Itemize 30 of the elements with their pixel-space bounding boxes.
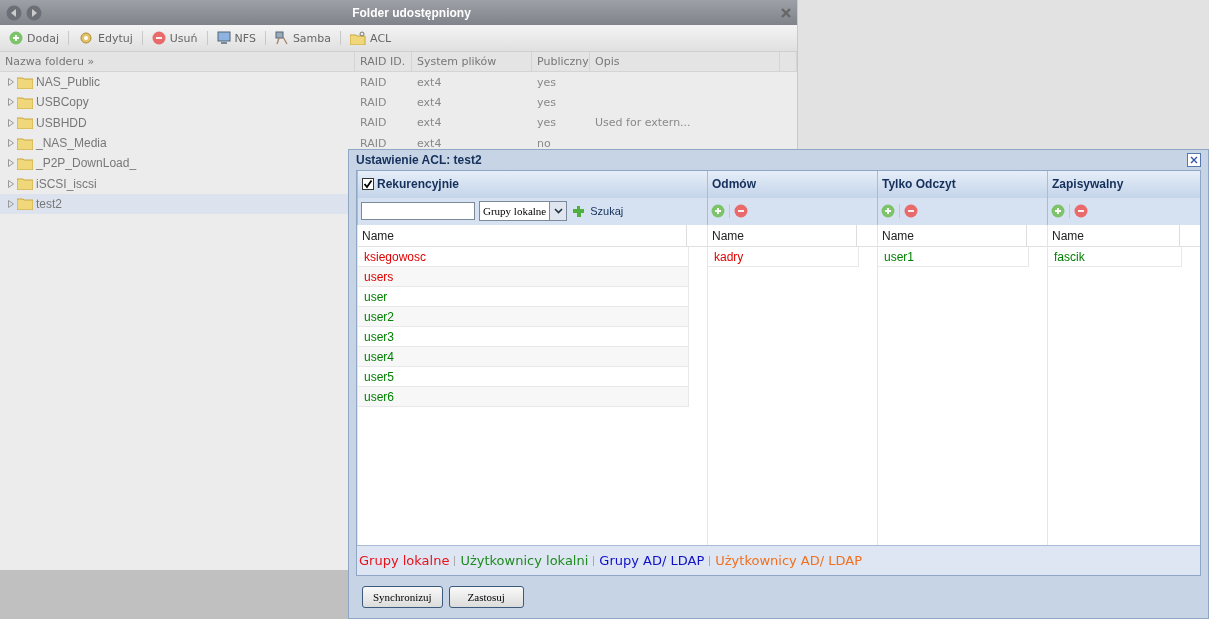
folder-name: _P2P_DownLoad_ (36, 156, 137, 171)
table-cell-text: ext4 (416, 95, 443, 109)
folder-name: NAS_Public (36, 75, 101, 90)
legend-label: Grupy lokalne (359, 553, 450, 568)
section-title: Tylko Odczyt (882, 177, 956, 192)
table-cell-text: ext4 (416, 136, 443, 150)
table-cell-text: yes (536, 116, 557, 130)
folder-name: _NAS_Media (36, 136, 107, 151)
table-cell-text: yes (536, 95, 557, 109)
table-cell-text: no (536, 136, 552, 150)
section-title: Zapisywalny (1052, 177, 1124, 192)
folder-name: test2 (36, 196, 62, 211)
table-cell-text: RAID (359, 136, 388, 150)
table-cell-text: yes (536, 75, 557, 89)
legend-label: Grupy AD/ LDAP (599, 553, 705, 568)
folder-name: iSCSI_iscsi (36, 176, 97, 191)
table-cell-text: RAID (359, 95, 388, 109)
legend-label: Użytkownicy AD/ LDAP (715, 553, 863, 568)
table-cell-text: RAID (359, 116, 388, 130)
window-title: Folder udostępniony (351, 5, 472, 20)
folder-name: USBHDD (36, 115, 87, 130)
section-title: Rekurencyjnie (377, 177, 460, 192)
dialog-title: Ustawienie ACL: test2 (356, 152, 482, 167)
table-cell-text: Used for extern... (594, 116, 692, 130)
table-cell-text: ext4 (416, 116, 443, 130)
table-cell-text: ext4 (416, 75, 443, 89)
table-cell-text: RAID (359, 75, 388, 89)
section-title: Odmów (712, 177, 756, 192)
legend-label: Użytkownicy lokalni (460, 553, 589, 568)
folder-name: USBCopy (36, 95, 89, 110)
